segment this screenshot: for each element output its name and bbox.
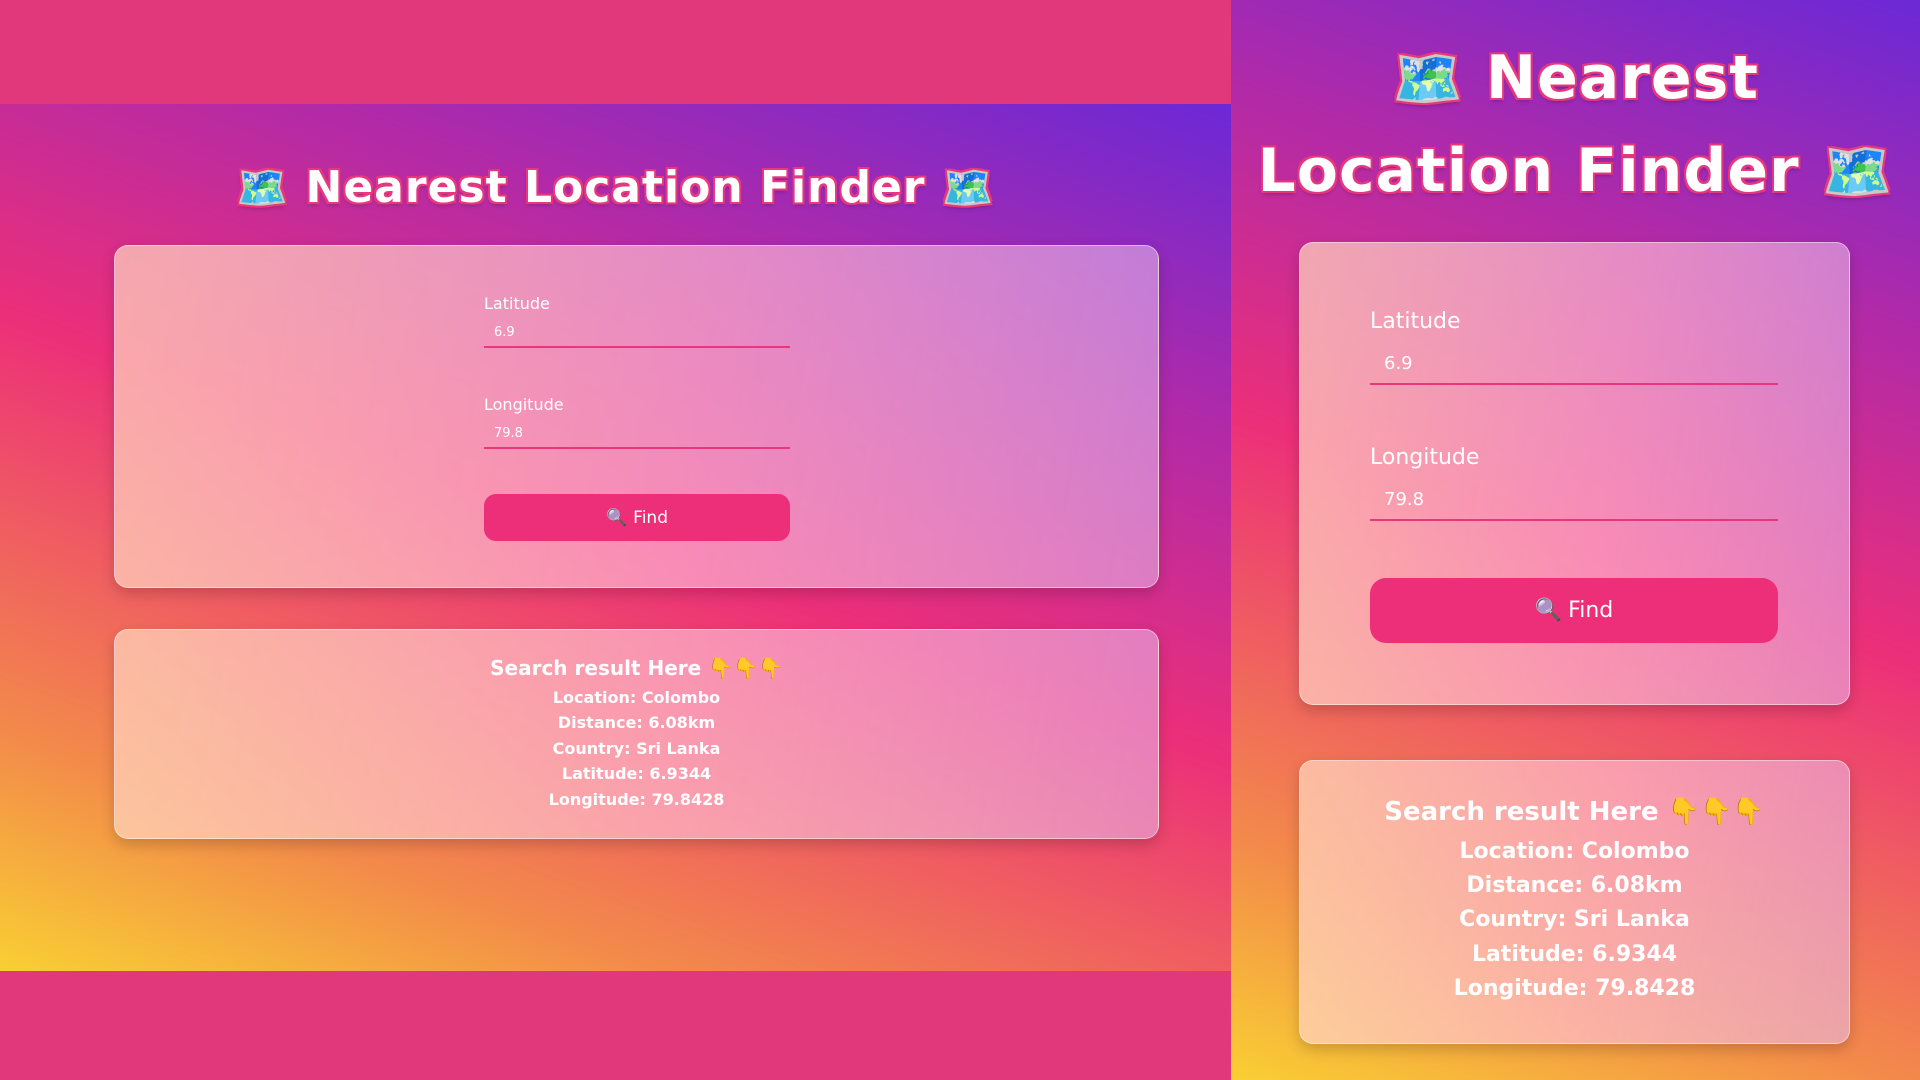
map-icon: 🗺️ [941, 163, 995, 212]
find-button-label: Find [633, 507, 668, 528]
latitude-input[interactable] [1370, 343, 1778, 385]
latitude-input[interactable] [484, 318, 790, 348]
map-icon: 🗺️ [236, 163, 290, 212]
result-distance: Distance: 6.08km [1466, 873, 1683, 898]
backdrop-top [0, 0, 1231, 104]
result-latitude: Latitude: 6.9344 [561, 764, 712, 783]
search-result-card-mobile: Search result Here 👇👇👇 Location: Colombo… [1299, 760, 1850, 1044]
result-latitude: Latitude: 6.9344 [1471, 942, 1678, 967]
longitude-label: Longitude [484, 395, 564, 414]
result-country: Country: Sri Lanka [1459, 907, 1690, 932]
page-title-text: Nearest Location Finder [305, 162, 926, 213]
search-form-card-mobile: Latitude Longitude 🔍 Find [1299, 242, 1850, 705]
latitude-label: Latitude [484, 294, 550, 313]
page-title: 🗺️ Nearest Location Finder 🗺️ [0, 155, 1231, 221]
map-icon: 🗺️ [1392, 46, 1464, 112]
result-distance: Distance: 6.08km [557, 713, 716, 732]
map-icon: 🗺️ [1821, 139, 1894, 205]
find-button[interactable]: 🔍 Find [1370, 578, 1778, 643]
backdrop-bottom [0, 971, 1231, 1080]
longitude-input[interactable] [1370, 479, 1778, 521]
search-icon: 🔍 [1534, 598, 1563, 623]
search-form-card: Latitude Longitude 🔍 Find [114, 245, 1159, 588]
search-icon: 🔍 [605, 507, 628, 528]
result-country: Country: Sri Lanka [552, 739, 721, 758]
find-button-label: Find [1568, 598, 1614, 623]
find-button[interactable]: 🔍 Find [484, 494, 790, 541]
longitude-input[interactable] [484, 419, 790, 449]
longitude-label: Longitude [1370, 445, 1480, 470]
latitude-label: Latitude [1370, 309, 1461, 334]
result-location: Location: Colombo [1459, 839, 1690, 864]
page-title-mobile: 🗺️ Nearest Location Finder 🗺️ [1231, 32, 1920, 218]
result-heading: Search result Here 👇👇👇 [490, 656, 783, 680]
result-location: Location: Colombo [552, 688, 721, 707]
page-title-text: Nearest Location Finder [1257, 43, 1800, 206]
result-longitude: Longitude: 79.8428 [1453, 976, 1696, 1001]
result-longitude: Longitude: 79.8428 [548, 790, 725, 809]
result-heading: Search result Here 👇👇👇 [1384, 797, 1765, 827]
search-result-card: Search result Here 👇👇👇 Location: Colombo… [114, 629, 1159, 839]
